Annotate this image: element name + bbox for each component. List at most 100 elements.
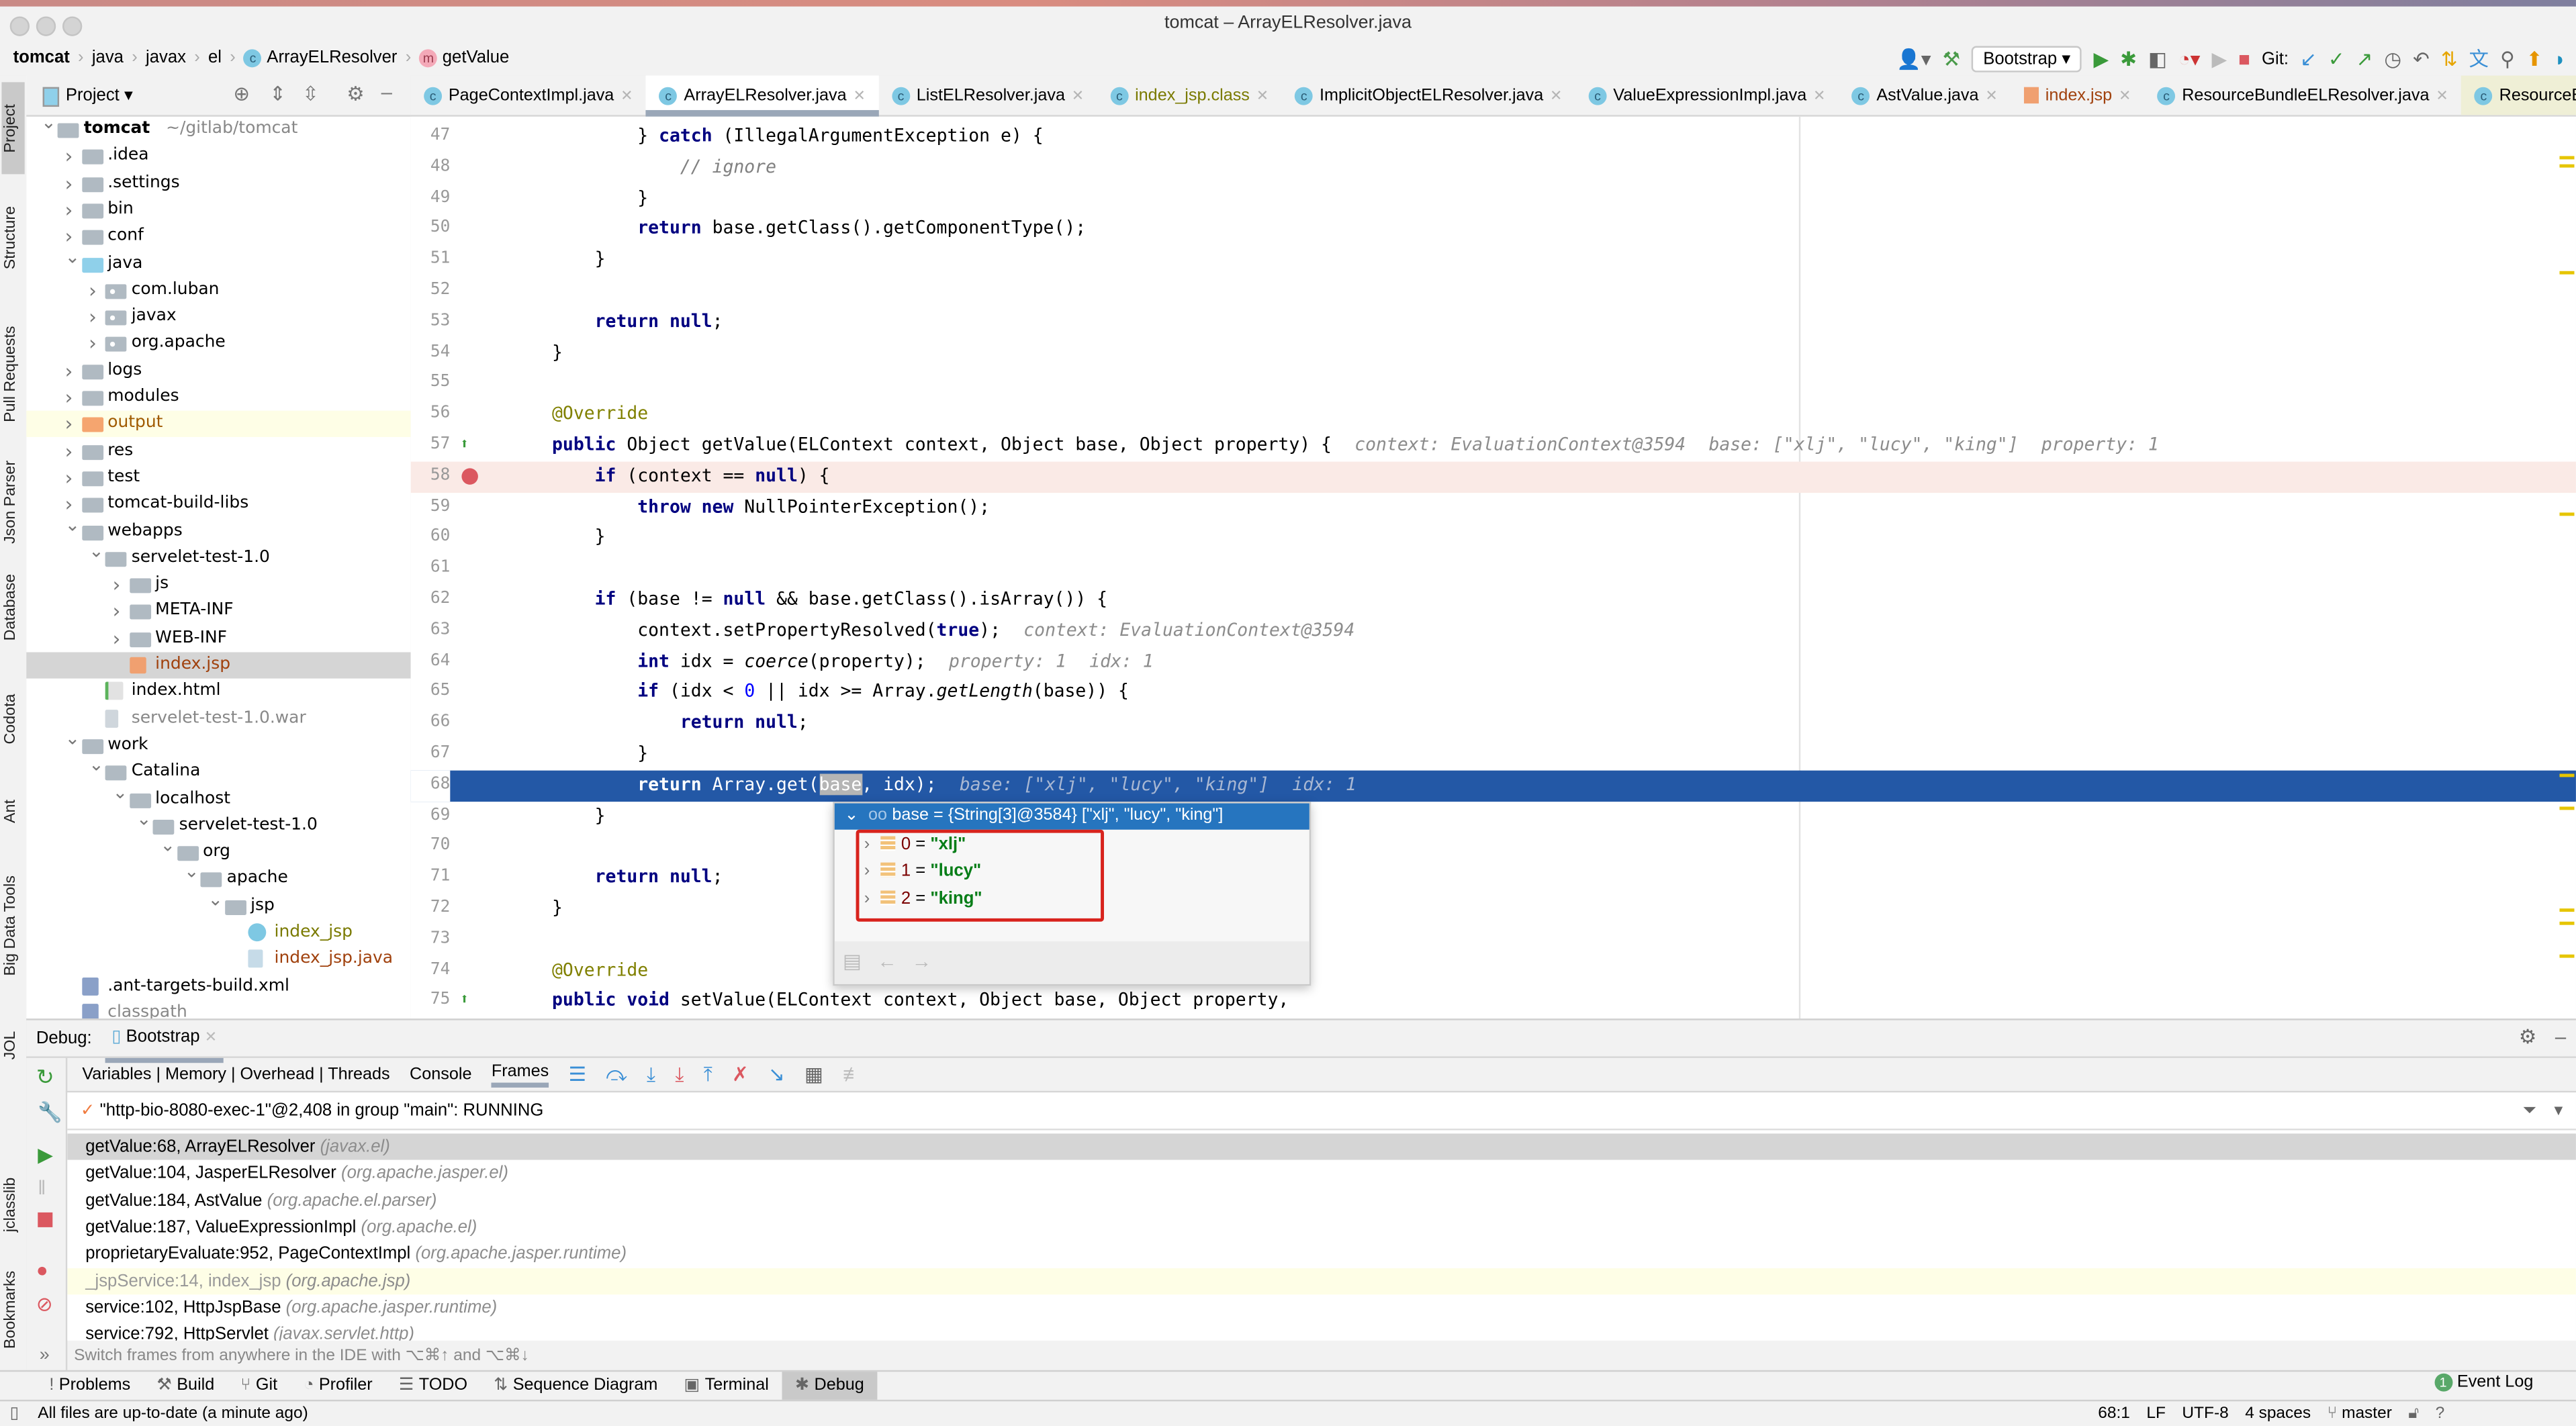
line-number[interactable]: 67 [411, 739, 450, 770]
tab-index-jsp[interactable]: index.jsp ✕ [2011, 76, 2144, 115]
more-icon[interactable]: » [40, 1345, 50, 1365]
tree-item[interactable]: › META-INF [26, 599, 410, 625]
rollback-icon[interactable]: ↶ [2413, 47, 2430, 70]
line-number[interactable]: 74 [411, 955, 450, 986]
close-tab-icon[interactable]: ✕ [620, 86, 633, 104]
tree-item[interactable]: index_jsp.java [26, 947, 410, 973]
tool-window-codota[interactable]: Codota [1, 680, 24, 759]
hide-panel-icon[interactable]: – [381, 81, 392, 103]
chevron-down-icon[interactable]: ⌄ [65, 726, 81, 752]
rerun-icon[interactable]: ↻ [36, 1065, 54, 1091]
chevron-down-icon[interactable]: ⌄ [184, 860, 199, 886]
popup-array-item[interactable]: › 2 = "king" [864, 885, 982, 911]
line-number[interactable]: 65 [411, 677, 450, 708]
tool-terminal[interactable]: ▣ Terminal [671, 1372, 782, 1400]
override-method-icon[interactable]: ⬆ [460, 986, 469, 1017]
tool-build[interactable]: ⚒ Build [144, 1372, 228, 1400]
run-configuration-select[interactable]: Bootstrap ▾ [1972, 45, 2082, 72]
tree-item[interactable]: index.jsp [26, 652, 411, 679]
line-number[interactable]: 57 [411, 430, 450, 461]
line-number[interactable]: 56 [411, 399, 450, 430]
tree-item[interactable]: › test [26, 465, 410, 491]
chevron-down-icon[interactable]: ⌄ [65, 512, 81, 538]
translate-icon[interactable]: 文 [2469, 44, 2489, 73]
step-over-icon[interactable]: ⤼ [606, 1062, 627, 1087]
git-commit-icon[interactable]: ✓ [2328, 47, 2345, 70]
gear-icon[interactable]: ⚙ [347, 82, 364, 105]
tool-window-ant[interactable]: Ant [1, 782, 24, 841]
tree-item[interactable]: › conf [26, 224, 410, 250]
tool-window-big-data-tools[interactable]: Big Data Tools [1, 854, 24, 995]
chevron-right-icon[interactable]: › [65, 170, 73, 196]
popup-array-item[interactable]: › 1 = "lucy" [864, 858, 981, 884]
indent-setting[interactable]: 4 spaces [2245, 1401, 2311, 1426]
scrollbar-marker[interactable] [2559, 908, 2575, 912]
chevron-down-icon[interactable]: ⌄ [113, 779, 128, 806]
debug-tab-frames[interactable]: Frames [491, 1062, 549, 1087]
stack-frame[interactable]: getValue:184, AstValue (org.apache.el.pa… [67, 1187, 2576, 1214]
code-editor[interactable]: 47 } catch (IllegalArgumentException e) … [410, 116, 2576, 1019]
chevron-down-icon[interactable]: ⌄ [89, 753, 104, 779]
chevron-down-icon[interactable]: ⌄ [41, 110, 56, 136]
tree-item[interactable]: ⌄ jsp [26, 888, 410, 919]
tree-item[interactable]: ⌄ localhost [26, 781, 410, 812]
line-number[interactable]: 52 [411, 276, 450, 307]
chevron-right-icon[interactable]: › [864, 835, 870, 854]
close-tab-icon[interactable]: ✕ [853, 86, 865, 104]
search-icon[interactable]: ⚲ [2500, 47, 2515, 70]
tool-debug[interactable]: ✱ Debug [782, 1372, 878, 1400]
tree-item[interactable]: ⌄ Catalina [26, 755, 410, 786]
scrollbar-marker[interactable] [2559, 512, 2575, 516]
tab-resourcebundle-[interactable]: c ResourceBundle... [2461, 75, 2576, 115]
line-number[interactable]: 72 [411, 894, 450, 924]
tab-astvalue-java[interactable]: c AstValue.java ✕ [1839, 76, 2011, 115]
line-number[interactable]: 75 [411, 986, 450, 1017]
thread-selector[interactable]: ✓ "http-bio-8080-exec-1"@2,408 in group … [67, 1092, 2576, 1131]
gear-icon[interactable]: ⚙ [2519, 1025, 2536, 1048]
git-branch-widget[interactable]: ⑂ master [2328, 1401, 2392, 1426]
popup-array-item[interactable]: › 0 = "xlj" [864, 831, 966, 857]
tool-sequence-diagram[interactable]: ⇅ Sequence Diagram [481, 1372, 671, 1400]
chevron-right-icon[interactable]: › [65, 197, 73, 223]
resume-icon[interactable]: ▶ [38, 1143, 53, 1166]
settings-wrench-icon[interactable]: 🔧 [38, 1100, 62, 1123]
run-disabled-icon[interactable]: ▶ [2211, 47, 2227, 70]
tree-item[interactable]: classpath [26, 1000, 410, 1019]
line-number[interactable]: 68 [410, 770, 451, 802]
lock-icon[interactable]: 🔓︎ [2408, 1401, 2419, 1426]
line-number[interactable]: 69 [411, 801, 450, 832]
step-out-icon[interactable]: ⤒ [704, 1062, 712, 1087]
back-arrow-icon[interactable]: ← [877, 949, 896, 972]
stop-icon[interactable]: ■ [2238, 47, 2250, 70]
step-into-icon[interactable]: ⤓ [647, 1062, 655, 1087]
scrollbar-marker[interactable] [2559, 773, 2575, 777]
chevron-down-icon[interactable]: ⌄ [136, 806, 152, 833]
stack-frame[interactable]: service:102, HttpJspBase (org.apache.jas… [67, 1294, 2576, 1321]
line-number[interactable]: 58 [411, 461, 450, 492]
tree-item[interactable]: index.html [26, 679, 410, 705]
stack-frame[interactable]: proprietaryEvaluate:952, PageContextImpl… [67, 1241, 2576, 1268]
tree-item[interactable]: ⌄ org [26, 835, 410, 866]
tree-item[interactable]: › org.apache [26, 331, 410, 357]
scrollbar-marker[interactable] [2559, 156, 2575, 160]
pause-icon[interactable]: ‖ [38, 1176, 46, 1199]
line-number[interactable]: 71 [411, 863, 450, 894]
tool-window-json-parser[interactable]: Json Parser [1, 453, 24, 552]
breadcrumb-item[interactable]: tomcat [13, 48, 70, 67]
chevron-right-icon[interactable]: › [65, 385, 73, 411]
tree-item[interactable]: › res [26, 438, 410, 464]
update-icon[interactable]: ⬆ [2526, 47, 2543, 70]
close-tab-icon[interactable]: ✕ [1072, 86, 1084, 104]
breadcrumb-item[interactable]: el [208, 48, 222, 67]
collapse-all-icon[interactable]: ⇳ [302, 82, 319, 105]
tree-item[interactable]: ⌄ work [26, 728, 410, 759]
tab-arrayelresolver-java[interactable]: c ArrayELResolver.java ✕ [646, 75, 879, 117]
collapse-chevron-icon[interactable]: ⌄ [844, 806, 858, 824]
line-number[interactable]: 48 [411, 152, 450, 183]
plugin-icon[interactable]: ◗ [2555, 47, 2567, 70]
chevron-right-icon[interactable]: › [89, 304, 97, 330]
chevron-right-icon[interactable]: › [113, 599, 121, 625]
chevron-right-icon[interactable]: › [113, 572, 121, 598]
tree-item[interactable]: › modules [26, 385, 410, 411]
open-in-variables-icon[interactable]: ▤ [843, 949, 862, 972]
